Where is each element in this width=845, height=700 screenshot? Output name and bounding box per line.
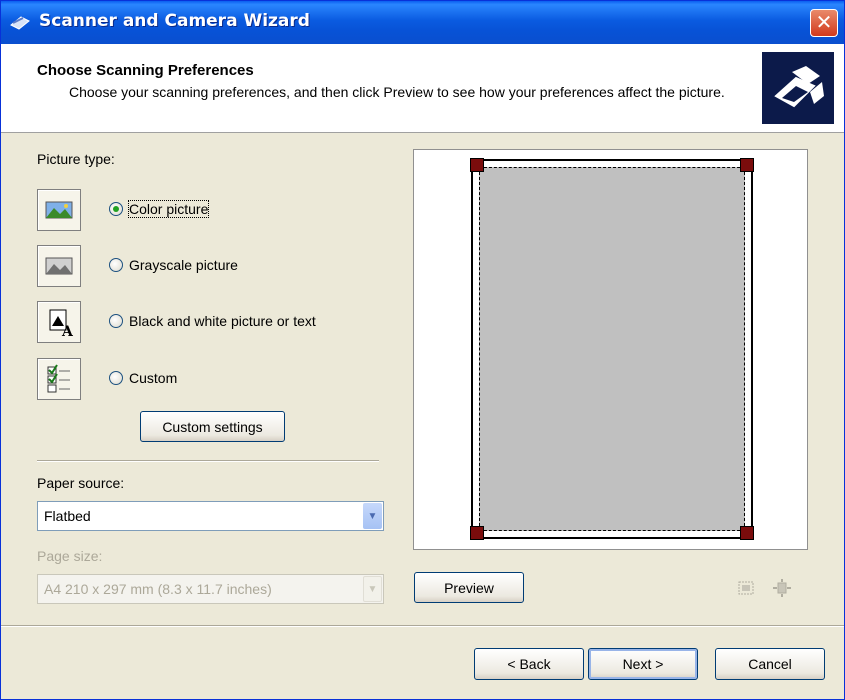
paper-source-label: Paper source: bbox=[37, 475, 125, 491]
resize-handle-top-left[interactable] bbox=[470, 158, 484, 172]
window-title: Scanner and Camera Wizard bbox=[39, 11, 310, 31]
footer-divider bbox=[1, 625, 844, 627]
title-bar[interactable]: Scanner and Camera Wizard ✕ bbox=[1, 1, 844, 44]
chevron-down-icon[interactable]: ▼ bbox=[363, 503, 382, 529]
next-button[interactable]: Next > bbox=[588, 648, 698, 680]
svg-text:A: A bbox=[61, 324, 74, 340]
color-photo-icon bbox=[37, 189, 81, 231]
radio-label-black-white[interactable]: Black and white picture or text bbox=[129, 313, 316, 329]
page-size-label: Page size: bbox=[37, 548, 103, 564]
radio-label-custom[interactable]: Custom bbox=[129, 370, 177, 386]
close-button[interactable]: ✕ bbox=[810, 9, 838, 37]
paper-source-select[interactable]: Flatbed ▼ bbox=[37, 501, 384, 531]
radio-color-picture[interactable]: Color picture bbox=[109, 200, 210, 218]
radio-label-color-picture[interactable]: Color picture bbox=[127, 200, 210, 218]
radio-button[interactable] bbox=[109, 258, 123, 272]
back-button[interactable]: < Back bbox=[474, 648, 584, 680]
scanner-camera-icon bbox=[10, 16, 30, 30]
radio-grayscale-picture[interactable]: Grayscale picture bbox=[109, 257, 238, 273]
page-description: Choose your scanning preferences, and th… bbox=[69, 84, 725, 100]
preview-button[interactable]: Preview bbox=[414, 572, 524, 603]
page-title: Choose Scanning Preferences bbox=[37, 62, 254, 79]
radio-button[interactable] bbox=[109, 371, 123, 385]
custom-settings-button[interactable]: Custom settings bbox=[140, 411, 285, 442]
resize-handle-bottom-right[interactable] bbox=[740, 526, 754, 540]
radio-custom[interactable]: Custom bbox=[109, 370, 177, 386]
cancel-button[interactable]: Cancel bbox=[715, 648, 825, 680]
chevron-down-icon: ▼ bbox=[363, 576, 382, 602]
page-size-value: A4 210 x 297 mm (8.3 x 11.7 inches) bbox=[44, 581, 272, 597]
grayscale-photo-icon bbox=[37, 245, 81, 287]
resize-handle-bottom-left[interactable] bbox=[470, 526, 484, 540]
radio-button[interactable] bbox=[109, 314, 123, 328]
black-white-text-icon: A bbox=[37, 301, 81, 343]
radio-button[interactable] bbox=[109, 202, 123, 216]
resize-handle-top-right[interactable] bbox=[740, 158, 754, 172]
wizard-header: Choose Scanning Preferences Choose your … bbox=[1, 44, 844, 133]
page-size-select: A4 210 x 297 mm (8.3 x 11.7 inches) ▼ bbox=[37, 574, 384, 604]
scan-selection[interactable] bbox=[479, 167, 745, 531]
paper-source-value: Flatbed bbox=[44, 508, 91, 524]
scan-preview-area[interactable] bbox=[413, 149, 808, 550]
radio-label-grayscale-picture[interactable]: Grayscale picture bbox=[129, 257, 238, 273]
page-outline bbox=[470, 158, 754, 540]
wizard-logo-icon bbox=[762, 52, 834, 124]
custom-settings-icon bbox=[37, 358, 81, 400]
radio-black-white[interactable]: Black and white picture or text bbox=[109, 313, 316, 329]
crop-to-fit-icon[interactable] bbox=[735, 577, 757, 599]
wizard-window: Scanner and Camera Wizard ✕ Choose Scann… bbox=[0, 0, 845, 700]
zoom-to-selection-icon[interactable] bbox=[771, 577, 793, 599]
picture-type-label: Picture type: bbox=[37, 151, 115, 167]
section-divider bbox=[37, 460, 379, 462]
